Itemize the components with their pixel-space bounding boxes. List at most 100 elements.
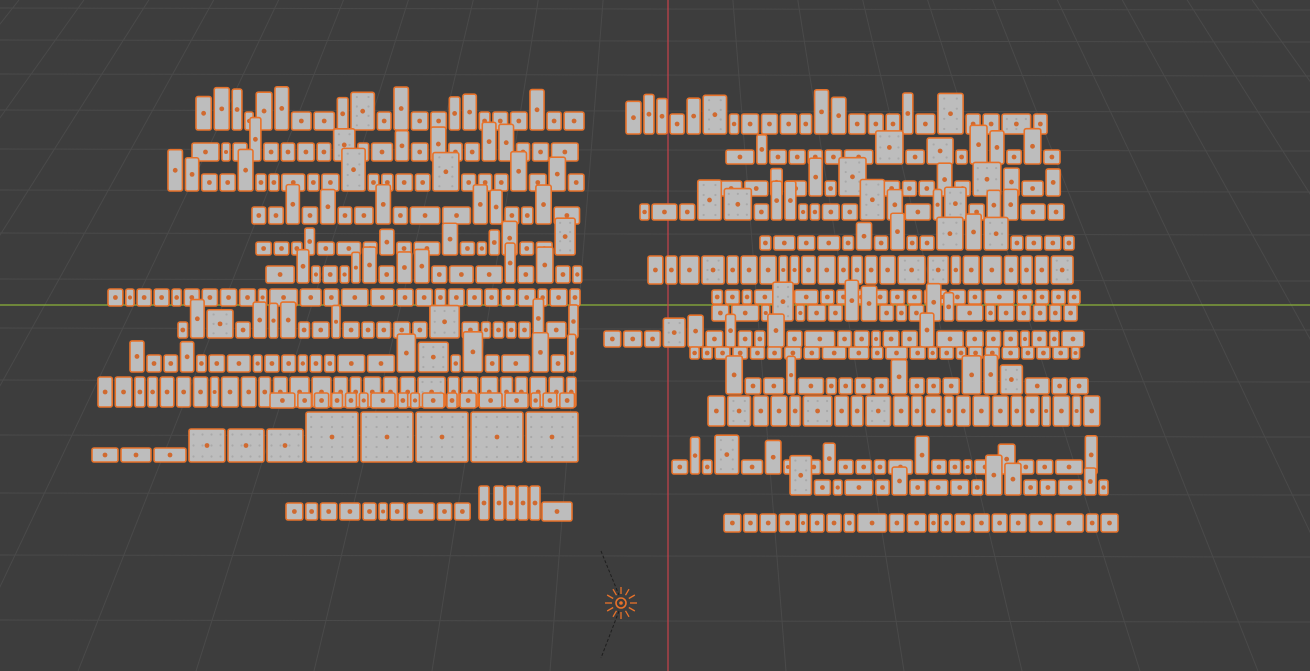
brick-part[interactable] [822, 442, 836, 475]
brick-part[interactable] [493, 173, 509, 192]
brick-part[interactable] [569, 288, 581, 307]
brick-part[interactable] [843, 513, 856, 533]
brick-part[interactable] [749, 346, 766, 360]
brick-part[interactable] [531, 331, 550, 373]
brick-part[interactable] [1021, 180, 1044, 197]
brick-part[interactable] [848, 113, 867, 135]
brick-part[interactable] [809, 203, 821, 221]
brick-part[interactable] [255, 241, 273, 256]
brick-part[interactable] [955, 149, 968, 165]
brick-part[interactable] [768, 149, 788, 165]
brick-part[interactable] [396, 288, 414, 307]
brick-part[interactable] [481, 121, 497, 162]
brick-part[interactable] [559, 392, 576, 409]
brick-part[interactable] [273, 241, 290, 256]
brick-part[interactable] [766, 346, 783, 360]
brick-part[interactable] [546, 111, 562, 131]
viewport-scene[interactable] [0, 0, 1310, 671]
brick-part[interactable] [789, 255, 800, 285]
brick-part[interactable] [726, 255, 739, 285]
brick-part[interactable] [301, 206, 319, 225]
brick-part[interactable] [316, 142, 332, 162]
brick-part[interactable] [188, 428, 226, 463]
brick-part[interactable] [813, 479, 832, 496]
brick-part[interactable] [895, 304, 908, 322]
brick-part[interactable] [981, 255, 1003, 285]
brick-part[interactable] [316, 241, 335, 256]
brick-part[interactable] [671, 459, 689, 475]
brick-part[interactable] [336, 96, 349, 131]
brick-part[interactable] [999, 364, 1024, 395]
brick-part[interactable] [417, 341, 450, 373]
brick-part[interactable] [394, 129, 410, 162]
brick-part[interactable] [226, 354, 252, 373]
brick-part[interactable] [1083, 467, 1097, 496]
brick-part[interactable] [870, 346, 884, 360]
brick-part[interactable] [171, 288, 183, 307]
brick-part[interactable] [948, 459, 962, 475]
brick-part[interactable] [136, 288, 153, 307]
brick-part[interactable] [125, 288, 135, 307]
brick-part[interactable] [206, 308, 234, 339]
brick-part[interactable] [983, 216, 1009, 251]
brick-part[interactable] [1034, 255, 1050, 285]
brick-part[interactable] [942, 377, 961, 395]
brick-part[interactable] [378, 265, 396, 284]
brick-part[interactable] [816, 235, 841, 251]
brick-part[interactable] [263, 142, 280, 162]
brick-part[interactable] [679, 203, 696, 221]
brick-part[interactable] [563, 111, 585, 131]
brick-part[interactable] [662, 317, 686, 348]
brick-part[interactable] [742, 513, 758, 533]
brick-part[interactable] [1048, 304, 1062, 322]
brick-part[interactable] [184, 156, 200, 192]
brick-part[interactable] [466, 288, 483, 307]
brick-part[interactable] [450, 354, 462, 373]
brick-part[interactable] [362, 502, 377, 521]
brick-part[interactable] [397, 392, 409, 409]
brick-part[interactable] [889, 289, 906, 305]
brick-part[interactable] [429, 304, 461, 339]
brick-part[interactable] [219, 288, 238, 307]
brick-part[interactable] [519, 241, 535, 256]
brick-part[interactable] [696, 179, 723, 221]
brick-part[interactable] [651, 203, 678, 221]
brick-part[interactable] [159, 376, 175, 408]
brick-part[interactable] [504, 392, 529, 409]
brick-part[interactable] [647, 255, 664, 285]
brick-part[interactable] [195, 354, 207, 373]
brick-part[interactable] [337, 354, 366, 373]
brick-part[interactable] [841, 203, 859, 221]
brick-part[interactable] [809, 513, 825, 533]
brick-part[interactable] [309, 354, 323, 373]
brick-part[interactable] [505, 485, 517, 521]
brick-part[interactable] [885, 346, 908, 360]
brick-part[interactable] [788, 149, 807, 165]
brick-part[interactable] [129, 340, 145, 373]
brick-part[interactable] [906, 513, 927, 533]
brick-part[interactable] [905, 149, 925, 165]
brick-part[interactable] [773, 235, 796, 251]
brick-part[interactable] [313, 392, 330, 409]
brick-part[interactable] [800, 255, 817, 285]
brick-part[interactable] [195, 95, 213, 131]
brick-part[interactable] [836, 330, 853, 348]
brick-part[interactable] [268, 302, 279, 339]
brick-part[interactable] [240, 376, 257, 408]
brick-part[interactable] [362, 246, 377, 284]
brick-part[interactable] [1067, 289, 1081, 305]
brick-part[interactable] [517, 485, 529, 521]
sun-light-icon[interactable] [600, 550, 637, 659]
brick-part[interactable] [189, 298, 205, 339]
brick-part[interactable] [874, 130, 904, 165]
brick-part[interactable] [806, 304, 827, 322]
brick-part[interactable] [1043, 235, 1062, 251]
brick-part[interactable] [603, 330, 622, 348]
brick-part[interactable] [1016, 289, 1034, 305]
brick-part[interactable] [208, 354, 226, 373]
brick-part[interactable] [448, 265, 474, 284]
brick-part[interactable] [864, 255, 878, 285]
brick-part[interactable] [297, 354, 308, 373]
brick-part[interactable] [962, 459, 973, 475]
brick-part[interactable] [786, 355, 797, 395]
